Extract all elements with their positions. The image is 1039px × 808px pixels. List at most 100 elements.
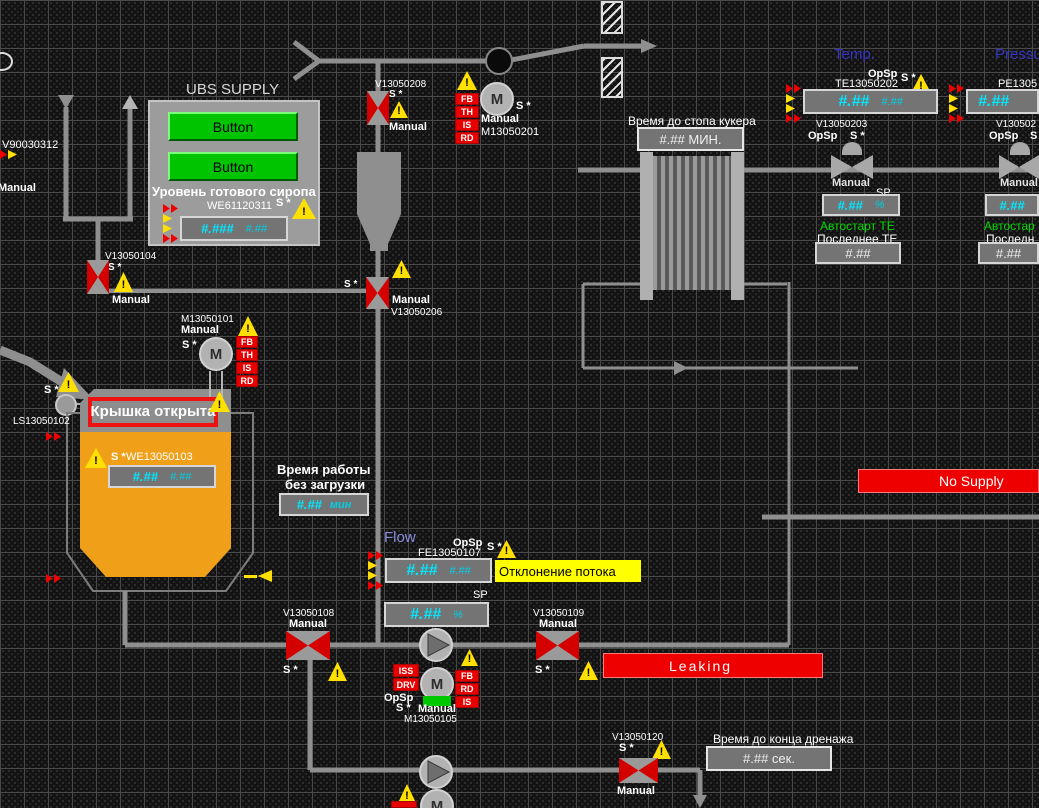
valve-output-display[interactable]: #.## [985, 194, 1039, 216]
valve-v13050208[interactable] [367, 91, 389, 125]
suppressed-label: S * [283, 664, 298, 676]
valve-actuator [842, 142, 862, 155]
suppressed-label: S * [389, 89, 403, 100]
flow-deviation-alarm: Отклонение потока [495, 560, 641, 582]
opsp-label: OpSp [808, 130, 838, 142]
flag-fb: FB [236, 336, 258, 348]
flag-is: IS [455, 696, 479, 708]
valve-output-display[interactable]: #.##% [822, 194, 900, 216]
heat-exchanger-plate [731, 152, 744, 300]
flag-iss: ISS [393, 664, 419, 677]
temp-display[interactable]: #.## #.## [803, 89, 938, 114]
flag-th: TH [455, 106, 479, 118]
weight-display[interactable]: #.## #.## [108, 465, 216, 488]
switch-tag: LS13050102 [13, 416, 70, 427]
valve-tag: V130502 [996, 119, 1037, 130]
no-supply-alarm: No Supply [858, 469, 1039, 493]
flag-clipped [391, 801, 417, 808]
valve-actuator [1010, 142, 1030, 155]
valve-mode-label: Manual [539, 618, 577, 630]
heat-exchanger-plate [640, 152, 653, 300]
interlock-arrows-icon [46, 574, 61, 583]
flag-is: IS [455, 119, 479, 131]
motor-m13050101[interactable]: M [199, 337, 233, 371]
idle-display[interactable]: #.## мин [279, 493, 369, 516]
flag-rd: RD [455, 683, 479, 695]
valve-v13050104[interactable] [87, 260, 109, 294]
interlock-arrows-icon [949, 84, 964, 123]
suppressed-label: S * [619, 742, 634, 754]
section-title-pressure: Pressu [995, 46, 1039, 63]
valve-mode-label: Manual [832, 177, 870, 189]
suppressed-label: S * [182, 339, 197, 351]
suppressed-label: S * [111, 451, 126, 463]
interlock-arrows-icon [163, 204, 178, 243]
hmi-screen: V90030312 Manual UBS SUPPLY Button Butto… [0, 0, 1039, 808]
valve-mode-label: Manual [392, 294, 430, 306]
valve-mode-label: Manual [617, 785, 655, 797]
valve-mode-label: Manual [389, 121, 427, 133]
motor-tag: M13050201 [481, 126, 540, 138]
suppressed-label: S * [276, 197, 291, 209]
suppressed-label: S * [901, 72, 916, 84]
valve-v13050206[interactable] [366, 277, 389, 309]
valve-v13050120[interactable] [619, 758, 658, 783]
pressure-display[interactable]: #.## [966, 89, 1039, 114]
leaking-alarm: Leaking [603, 653, 823, 678]
last-te-display[interactable]: #.## [815, 242, 901, 264]
ubs-button-1[interactable]: Button [168, 112, 298, 141]
valve-v13050202[interactable] [999, 155, 1039, 179]
suppressed-label: S * [344, 279, 358, 290]
section-title-temp: Temp. [834, 46, 875, 63]
suppressed-label: S * [108, 262, 122, 273]
ubs-button-2[interactable]: Button [168, 152, 298, 181]
flag-th: TH [236, 349, 258, 361]
valve-v13050109[interactable] [536, 631, 579, 660]
section-title-flow: Flow [384, 529, 416, 546]
inline-pump-symbol [485, 47, 513, 75]
hopper-cone [357, 214, 401, 244]
heat-exchanger[interactable] [653, 156, 731, 290]
interlock-arrows-icon [46, 432, 61, 441]
drain-arrow-icon [693, 795, 707, 808]
opsp-label: OpSp [989, 130, 1019, 142]
suppressed-label: S * [516, 100, 531, 112]
weight-tag: WE13050103 [126, 451, 193, 463]
flag-fb: FB [455, 670, 479, 682]
drain-display[interactable]: #.## сек. [706, 746, 832, 771]
interlock-arrows-icon [368, 551, 383, 590]
panel-title: UBS SUPPLY [186, 81, 280, 98]
wall-hatch [601, 57, 623, 98]
idle-label: Время работы [277, 462, 371, 477]
vent-arrow-icon [58, 95, 74, 109]
flow-display[interactable]: #.## #.## [385, 558, 492, 583]
valve-v13050203[interactable] [831, 155, 873, 179]
valve-tag: V13050104 [105, 251, 157, 262]
suppressed-label: S * [396, 702, 411, 714]
flag-drv: DRV [393, 678, 419, 691]
flow-dash [244, 575, 257, 578]
valve-mode-label: Manual [1000, 177, 1038, 189]
flag-fb: FB [455, 93, 479, 105]
level-display[interactable]: #.### #.## [180, 216, 288, 241]
motor-m13050201[interactable]: M [480, 82, 514, 116]
flag-is: IS [236, 362, 258, 374]
valve-mode-label: Manual [289, 618, 327, 630]
vent-arrow-icon [122, 95, 138, 109]
motor-mode-label: Manual [481, 113, 519, 125]
flow-arrow-icon [641, 39, 657, 53]
sp-label: SP [473, 589, 488, 601]
last-display[interactable]: #.## [978, 242, 1039, 264]
flag-rd: RD [455, 132, 479, 144]
hopper-body [357, 152, 401, 214]
valve-tag: V13050206 [391, 307, 443, 318]
cooker-stop-display[interactable]: #.## МИН. [637, 127, 744, 151]
interlock-arrows-icon [0, 150, 17, 159]
valve-mode-label: Manual [112, 294, 150, 306]
level-label: Уровень готового сиропа [152, 184, 316, 199]
idle-label: без загрузки [285, 477, 366, 492]
flag-rd: RD [236, 375, 258, 387]
suppressed-label: S * [44, 384, 59, 396]
flow-sp-display[interactable]: #.##% [384, 602, 489, 627]
valve-v13050108[interactable] [286, 631, 330, 660]
